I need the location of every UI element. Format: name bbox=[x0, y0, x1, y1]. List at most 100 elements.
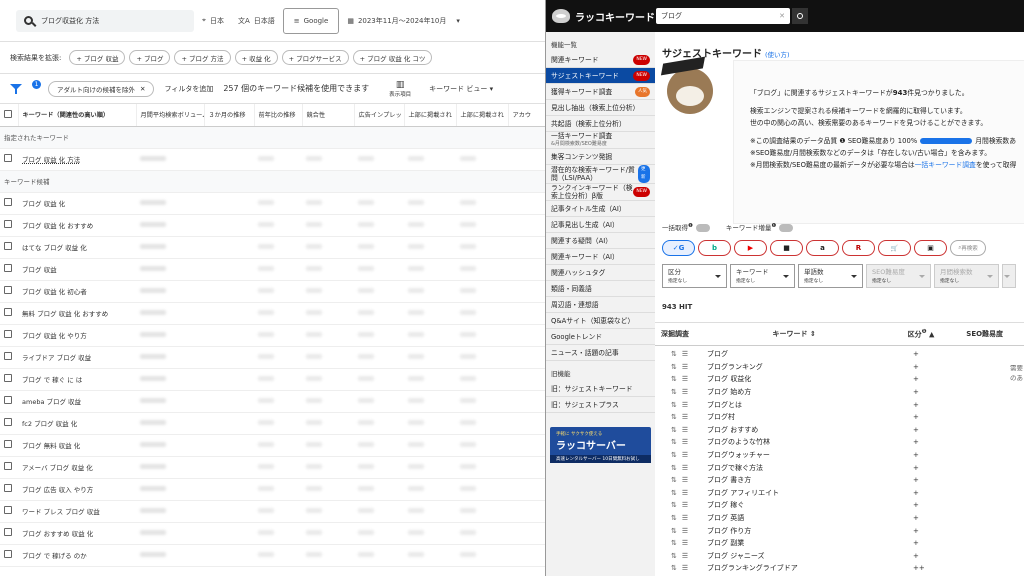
table-row[interactable]: ブログ 収益 化 おすすめ bbox=[0, 214, 545, 237]
menu-icon[interactable]: ☰ bbox=[682, 451, 688, 459]
info-icon[interactable]: ❶ bbox=[837, 137, 847, 145]
image-engine-button[interactable]: ▣ bbox=[914, 240, 947, 256]
checkbox[interactable] bbox=[4, 440, 12, 448]
clear-icon[interactable]: ✕ bbox=[779, 12, 785, 20]
filter-funnel-icon[interactable] bbox=[10, 83, 22, 94]
sidebar-item[interactable]: 共起語（検索上位分析） bbox=[546, 116, 655, 132]
row-checkbox-cell[interactable] bbox=[0, 148, 18, 171]
sidebar-item[interactable]: 関連キーワード NEW bbox=[546, 52, 655, 68]
rakuten-engine-button[interactable]: R bbox=[842, 240, 875, 256]
column-header-kubun[interactable]: 区分❶ ▲ bbox=[908, 329, 967, 339]
sidebar-item[interactable]: 記事タイトル生成（AI） bbox=[546, 201, 655, 217]
deep-dive-icon[interactable]: ⇅ bbox=[671, 413, 677, 421]
shopping-engine-button[interactable]: 🛒 bbox=[878, 240, 911, 256]
checkbox[interactable] bbox=[4, 242, 12, 250]
row-checkbox-cell[interactable] bbox=[0, 236, 18, 259]
checkbox[interactable] bbox=[4, 462, 12, 470]
filter-select[interactable]: 区分 指定なし bbox=[662, 264, 727, 288]
result-row[interactable]: ⇅ ☰ ブログランキング + bbox=[655, 361, 1024, 374]
result-row[interactable]: ⇅ ☰ ブログ 副業 + bbox=[655, 537, 1024, 550]
row-checkbox-cell[interactable] bbox=[0, 192, 18, 215]
column-header-seo[interactable]: SEO難易度 bbox=[966, 329, 1024, 339]
add-filter-link[interactable]: フィルタを追加 bbox=[164, 84, 213, 94]
help-icon[interactable]: ❶ bbox=[688, 223, 693, 229]
row-checkbox-cell[interactable] bbox=[0, 368, 18, 391]
menu-icon[interactable]: ☰ bbox=[682, 464, 688, 472]
help-icon[interactable]: ❶ bbox=[922, 329, 927, 335]
menu-icon[interactable]: ☰ bbox=[682, 501, 688, 509]
filter-select[interactable]: キーワード 指定なし bbox=[730, 264, 795, 288]
date-range-selector[interactable]: ▦ 2023年11月～2024年10月 ▾ bbox=[347, 16, 460, 26]
deep-dive-icon[interactable]: ⇅ bbox=[671, 451, 677, 459]
deep-dive-icon[interactable]: ⇅ bbox=[671, 388, 677, 396]
deep-dive-icon[interactable]: ⇅ bbox=[671, 527, 677, 535]
result-keyword[interactable]: ブログランキングライブドア bbox=[703, 563, 913, 573]
result-row[interactable]: ⇅ ☰ ブログ 書き方 + bbox=[655, 474, 1024, 487]
table-row[interactable]: ameba ブログ 収益 bbox=[0, 390, 545, 413]
menu-icon[interactable]: ☰ bbox=[682, 564, 688, 572]
result-row[interactable]: ⇅ ☰ ブログ村 + bbox=[655, 411, 1024, 424]
table-row[interactable]: ブログ おすすめ 収益 化 bbox=[0, 522, 545, 545]
checkbox[interactable] bbox=[4, 550, 12, 558]
deep-dive-icon[interactable]: ⇅ bbox=[671, 375, 677, 383]
amazon-engine-button[interactable]: a bbox=[806, 240, 839, 256]
deep-dive-icon[interactable]: ⇅ bbox=[671, 476, 677, 484]
checkbox[interactable] bbox=[4, 198, 12, 206]
table-row[interactable]: ブログ 無料 収益 化 bbox=[0, 434, 545, 457]
result-keyword[interactable]: ブログ 副業 bbox=[703, 538, 913, 548]
broaden-chip[interactable]: + ブログ 収益 化 コツ bbox=[352, 50, 433, 65]
result-keyword[interactable]: ブログ bbox=[703, 349, 913, 359]
row-checkbox-cell[interactable] bbox=[0, 302, 18, 325]
table-row[interactable]: ブログ 収益 化 やり方 bbox=[0, 324, 545, 347]
close-icon[interactable]: ✕ bbox=[140, 85, 145, 93]
checkbox[interactable] bbox=[4, 374, 12, 382]
bulk-fetch-toggle[interactable]: 一括取得❶ bbox=[662, 222, 710, 232]
checkbox[interactable] bbox=[4, 528, 12, 536]
select-all-cell[interactable] bbox=[0, 104, 19, 127]
menu-icon[interactable]: ☰ bbox=[682, 527, 688, 535]
broaden-chip[interactable]: + ブログ bbox=[129, 50, 171, 65]
menu-icon[interactable]: ☰ bbox=[682, 426, 688, 434]
result-row[interactable]: ⇅ ☰ ブログ ジャニーズ + bbox=[655, 550, 1024, 563]
sidebar-item[interactable]: 見出し抽出（検索上位分析） bbox=[546, 100, 655, 116]
sidebar-item[interactable]: 一括キーワード調査 &月間検索数/SEO難易度 bbox=[546, 132, 655, 149]
result-row[interactable]: ⇅ ☰ ブログで稼ぐ方法 + bbox=[655, 461, 1024, 474]
howto-link[interactable]: (使い方) bbox=[765, 49, 790, 59]
rakko-search-input[interactable]: ブログ ✕ bbox=[656, 8, 790, 24]
sidebar-item[interactable]: 記事見出し生成（AI） bbox=[546, 217, 655, 233]
view-selector[interactable]: キーワード ビュー ▾ bbox=[429, 84, 493, 94]
sidebar-item-old-suggest[interactable]: 旧：サジェストキーワード bbox=[546, 381, 655, 397]
table-row[interactable]: ブログ 収益 化 方法 bbox=[0, 148, 545, 171]
row-checkbox-cell[interactable] bbox=[0, 214, 18, 237]
table-row[interactable]: アメーバ ブログ 収益 化 bbox=[0, 456, 545, 479]
rakko-logo[interactable]: ラッコキーワード bbox=[546, 9, 656, 24]
menu-icon[interactable]: ☰ bbox=[682, 350, 688, 358]
deep-dive-icon[interactable]: ⇅ bbox=[671, 438, 677, 446]
result-keyword[interactable]: ブログ おすすめ bbox=[703, 425, 913, 435]
row-checkbox-cell[interactable] bbox=[0, 544, 18, 567]
row-checkbox-cell[interactable] bbox=[0, 522, 18, 545]
menu-icon[interactable]: ☰ bbox=[682, 476, 688, 484]
result-keyword[interactable]: ブログ ジャニーズ bbox=[703, 551, 913, 561]
row-checkbox-cell[interactable] bbox=[0, 500, 18, 523]
location-selector[interactable]: ⌖ 日本 bbox=[202, 16, 224, 26]
result-keyword[interactable]: ブログ 英語 bbox=[703, 513, 913, 523]
menu-icon[interactable]: ☰ bbox=[682, 489, 688, 497]
sidebar-item[interactable]: 関連する疑問（AI） bbox=[546, 233, 655, 249]
sidebar-item[interactable]: 潜在的な検索キーワード/質問（LSI/PAA） 更新 bbox=[546, 165, 655, 184]
table-row[interactable]: fc2 ブログ 収益 化 bbox=[0, 412, 545, 435]
column-header[interactable]: キーワード（関連性の高い順） bbox=[18, 104, 137, 127]
sidebar-item[interactable]: Q&Aサイト（知恵袋など） bbox=[546, 313, 655, 329]
filter-select[interactable]: 単語数 指定なし bbox=[798, 264, 863, 288]
broaden-chip[interactable]: + 収益 化 bbox=[234, 50, 278, 65]
result-keyword[interactable]: ブログ アフィリエイト bbox=[703, 488, 913, 498]
column-header[interactable]: 上部に掲載され bbox=[404, 104, 457, 127]
table-row[interactable]: 無料 ブログ 収益 化 おすすめ bbox=[0, 302, 545, 325]
row-checkbox-cell[interactable] bbox=[0, 346, 18, 369]
rakko-search-button[interactable] bbox=[792, 8, 808, 24]
bulk-keyword-link[interactable]: 一括キーワード調査 bbox=[915, 161, 976, 169]
checkbox[interactable] bbox=[4, 286, 12, 294]
checkbox[interactable] bbox=[4, 264, 12, 272]
result-row[interactable]: ⇅ ☰ ブログ アフィリエイト + bbox=[655, 487, 1024, 500]
row-checkbox-cell[interactable] bbox=[0, 434, 18, 457]
